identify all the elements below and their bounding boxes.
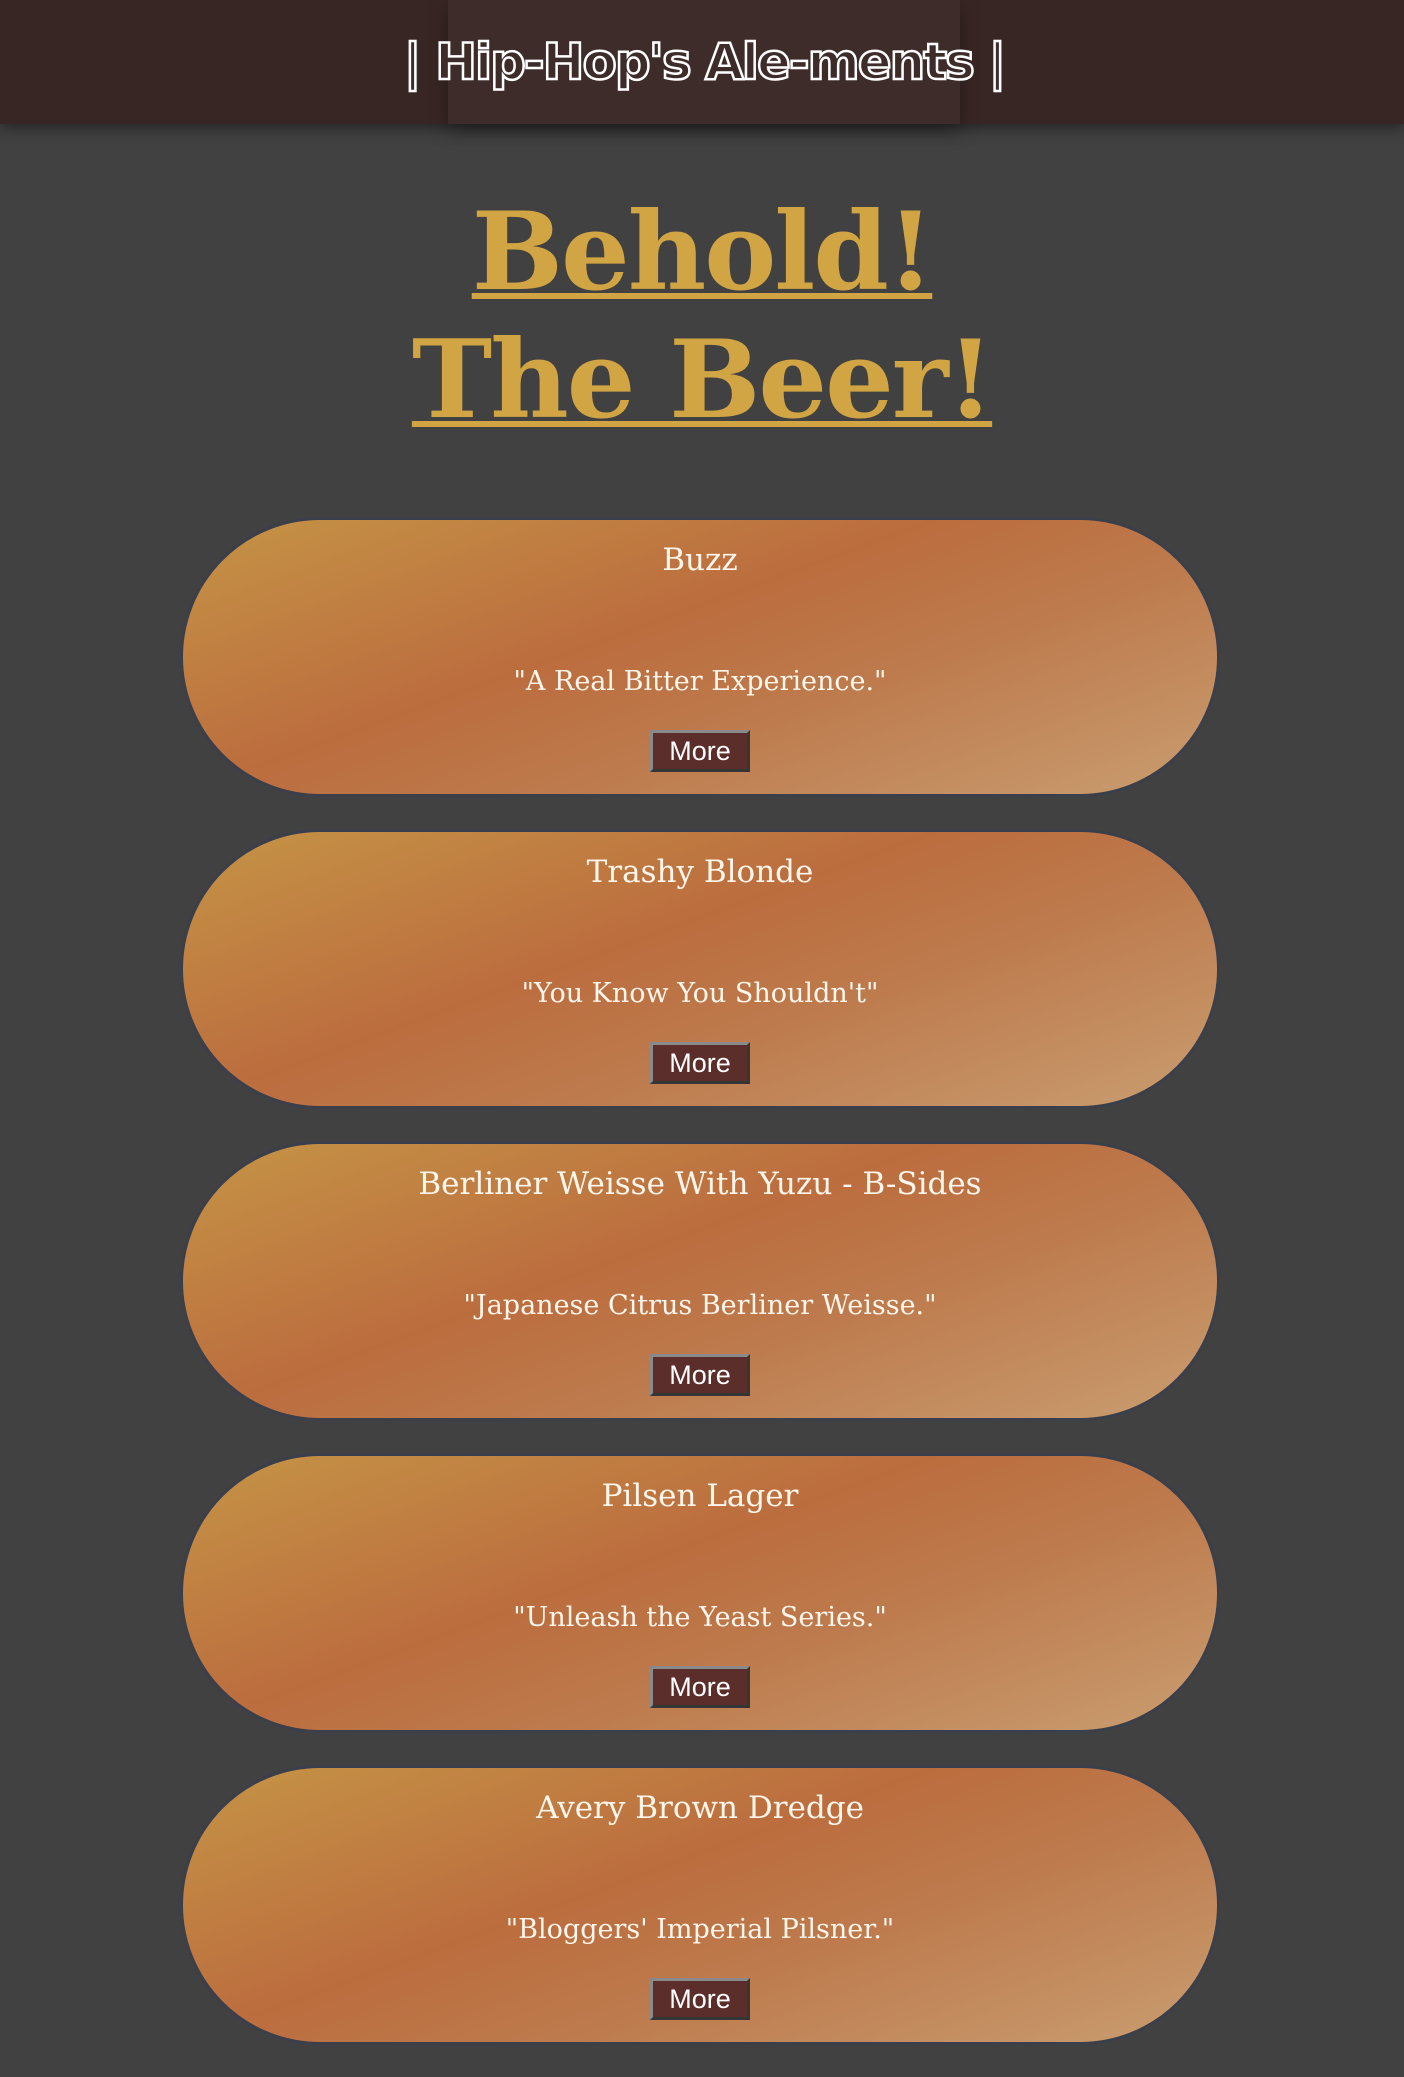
beer-list: Buzz "A Real Bitter Experience." More Tr… [180,517,1224,2077]
beer-name: Buzz [662,542,738,578]
beer-tagline: "Japanese Citrus Berliner Weisse." [463,1290,937,1321]
beer-name: Berliner Weisse With Yuzu - B-Sides [418,1166,982,1202]
beer-tagline: "A Real Bitter Experience." [513,666,887,697]
brand-box: | Hip-Hop's Ale-ments | [402,0,1008,124]
beer-tagline: "Bloggers' Imperial Pilsner." [505,1914,895,1945]
beer-tagline: "You Know You Shouldn't" [521,978,879,1009]
beer-name: Pilsen Lager [601,1478,799,1514]
hero-heading: Behold! The Beer! [0,188,1404,444]
more-button[interactable]: More [650,1978,750,2020]
hero-line-1: Behold! [471,189,935,315]
beer-name: Trashy Blonde [586,854,814,890]
more-button[interactable]: More [650,1354,750,1396]
beer-card: Trashy Blonde "You Know You Shouldn't" M… [180,829,1220,1109]
beer-card: Berliner Weisse With Yuzu - B-Sides "Jap… [180,1141,1220,1421]
more-button[interactable]: More [650,1042,750,1084]
beer-card: Avery Brown Dredge "Bloggers' Imperial P… [180,1765,1220,2045]
hero-line-2: The Beer! [411,317,994,443]
beer-name: Avery Brown Dredge [536,1790,864,1826]
top-header: | Hip-Hop's Ale-ments | [0,0,1404,124]
more-button[interactable]: More [650,730,750,772]
site-brand: | Hip-Hop's Ale-ments | [402,32,1008,93]
beer-tagline: "Unleash the Yeast Series." [513,1602,887,1633]
more-button[interactable]: More [650,1666,750,1708]
beer-card: Pilsen Lager "Unleash the Yeast Series."… [180,1453,1220,1733]
beer-card: Buzz "A Real Bitter Experience." More [180,517,1220,797]
